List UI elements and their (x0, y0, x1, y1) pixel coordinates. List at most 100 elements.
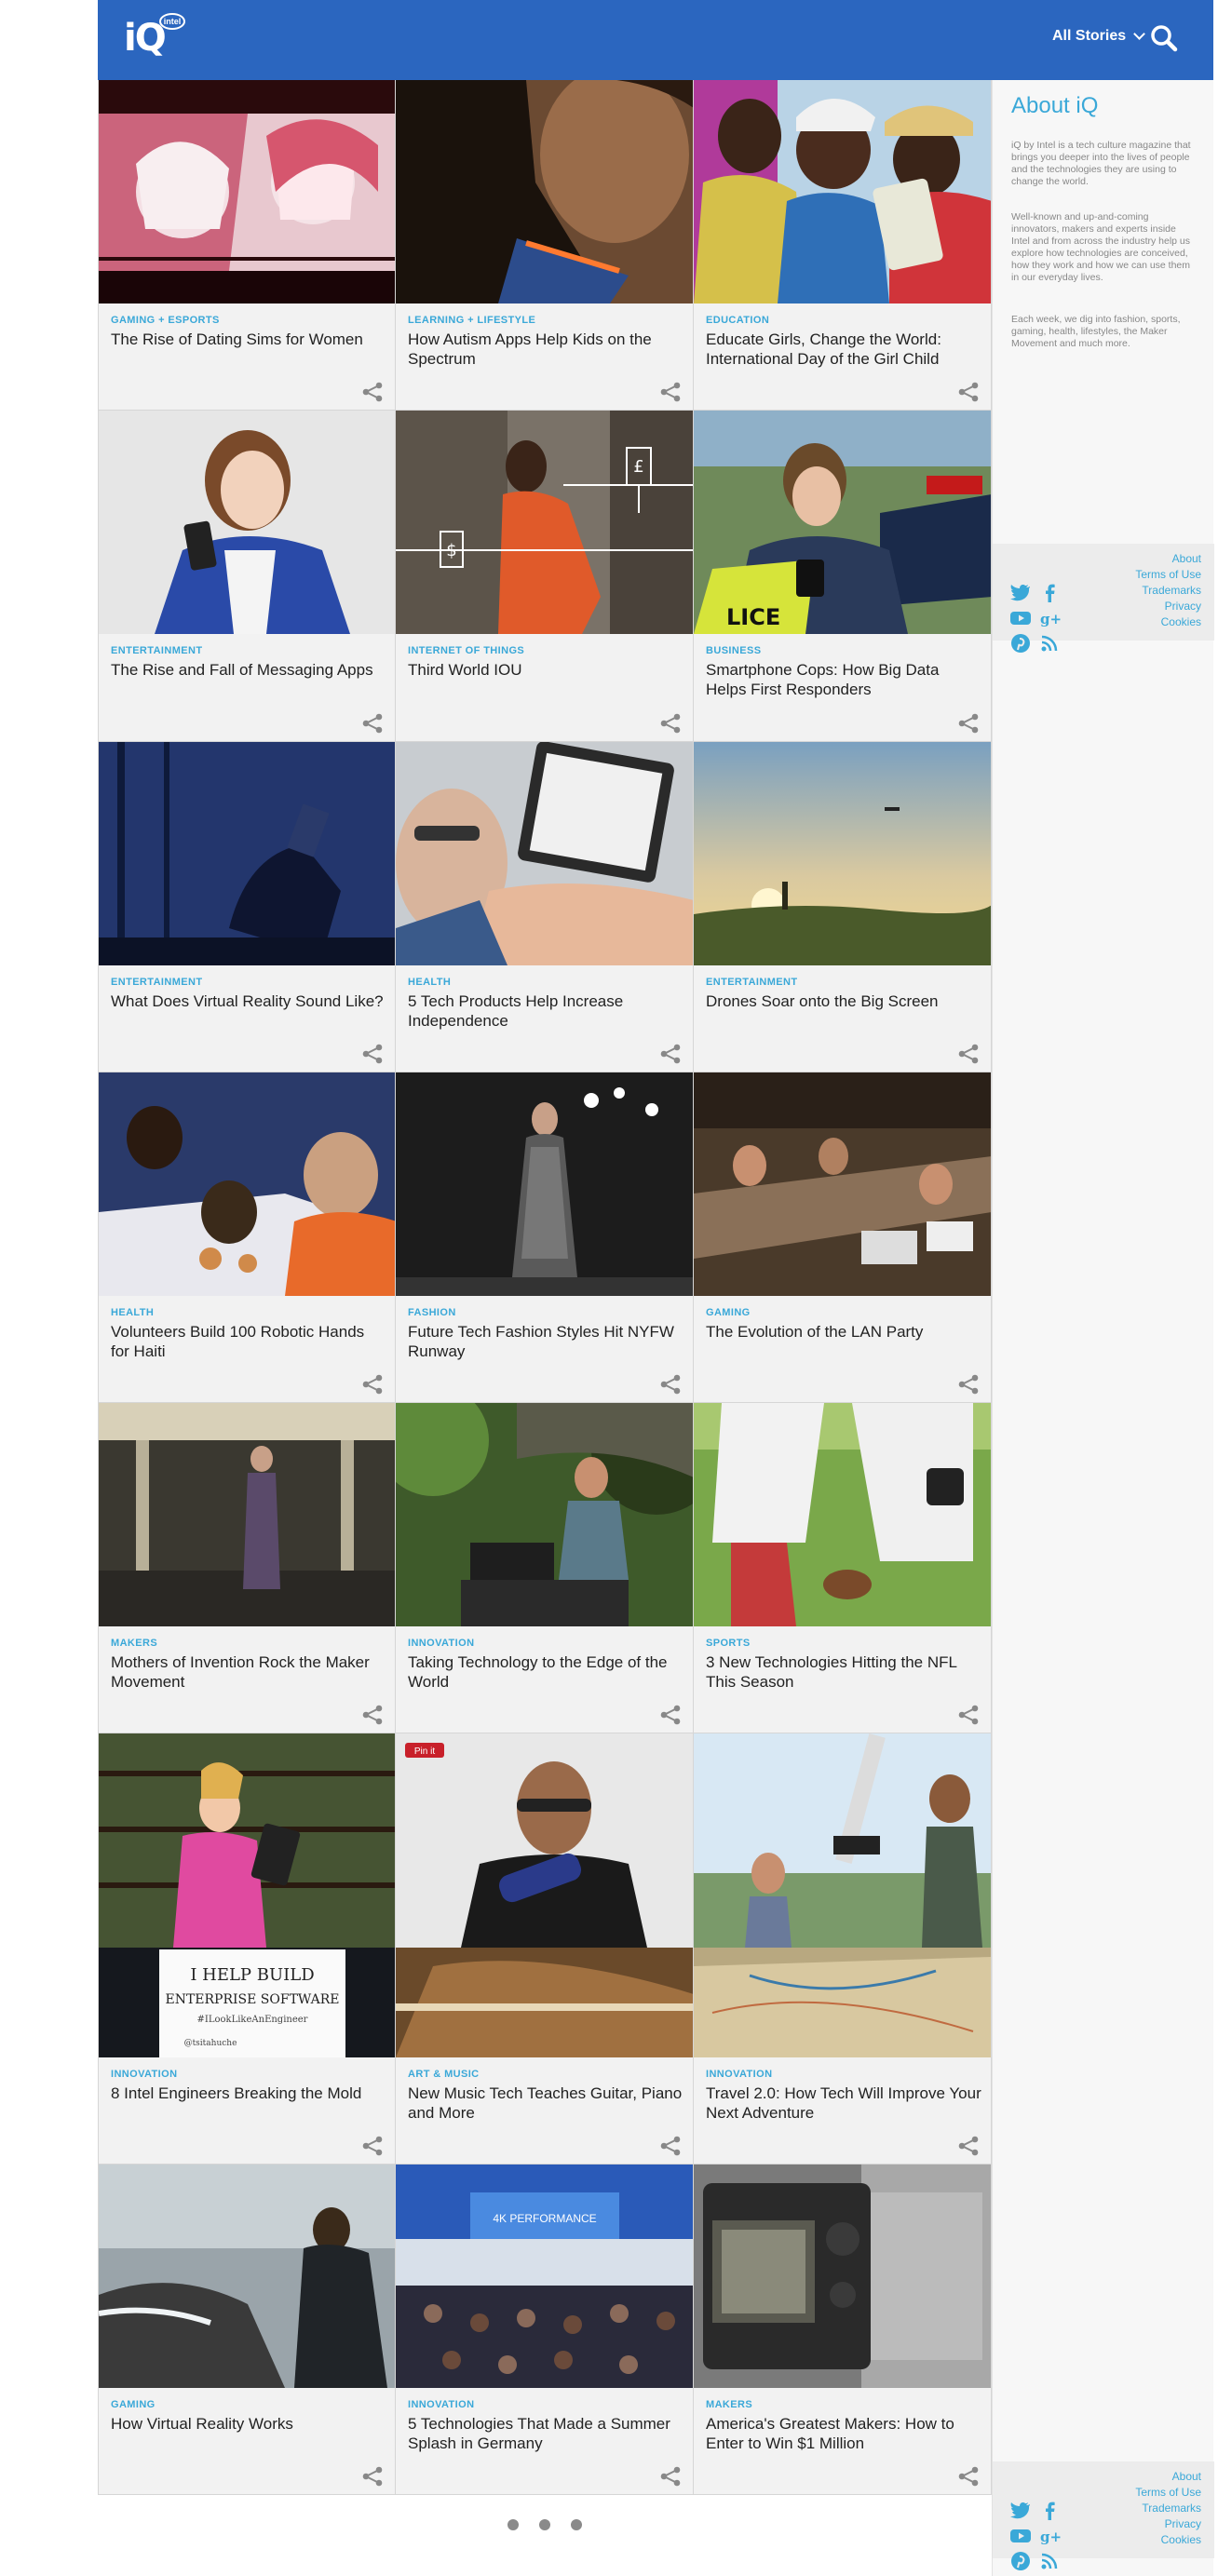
story-card[interactable]: LEARNING + LIFESTYLE How Autism Apps Hel… (396, 80, 694, 411)
rss-icon[interactable] (1039, 2551, 1062, 2571)
footer-link-about[interactable]: About (1135, 2469, 1201, 2485)
pinterest-icon[interactable] (1009, 2551, 1032, 2571)
story-title[interactable]: Drones Soar onto the Big Screen (706, 991, 981, 1011)
story-title[interactable]: Third World IOU (408, 660, 683, 680)
share-icon[interactable] (659, 713, 682, 734)
iq-intel-logo[interactable]: iQ intel (124, 13, 189, 65)
story-title[interactable]: Smartphone Cops: How Big Data Helps Firs… (706, 660, 981, 699)
story-card[interactable]: GAMING + ESPORTS The Rise of Dating Sims… (98, 80, 396, 411)
story-category[interactable]: HEALTH (111, 1307, 154, 1318)
story-category[interactable]: ENTERTAINMENT (111, 977, 203, 988)
story-card[interactable]: GAMING The Evolution of the LAN Party (694, 1072, 992, 1403)
story-category[interactable]: FASHION (408, 1307, 456, 1318)
share-icon[interactable] (957, 713, 980, 734)
story-category[interactable]: BUSINESS (706, 645, 761, 656)
share-icon[interactable] (659, 2466, 682, 2487)
youtube-icon[interactable] (1009, 608, 1032, 628)
story-title[interactable]: New Music Tech Teaches Guitar, Piano and… (408, 2084, 683, 2123)
share-icon[interactable] (659, 382, 682, 402)
footer-link-trademarks[interactable]: Trademarks (1135, 583, 1201, 599)
share-icon[interactable] (361, 2466, 384, 2487)
story-category[interactable]: ENTERTAINMENT (706, 977, 798, 988)
footer-link-trademarks[interactable]: Trademarks (1135, 2501, 1201, 2516)
story-card[interactable]: I HELP BUILD ENTERPRISE SOFTWARE #ILookL… (98, 1733, 396, 2165)
share-icon[interactable] (659, 1374, 682, 1395)
rss-icon[interactable] (1039, 633, 1062, 654)
share-icon[interactable] (659, 1044, 682, 1064)
story-category[interactable]: EDUCATION (706, 315, 769, 326)
footer-link-privacy[interactable]: Privacy (1135, 599, 1201, 614)
story-card[interactable]: HEALTH Volunteers Build 100 Robotic Hand… (98, 1072, 396, 1403)
pinterest-icon[interactable] (1009, 633, 1032, 654)
footer-link-terms[interactable]: Terms of Use (1135, 2485, 1201, 2501)
story-card[interactable]: INNOVATION Travel 2.0: How Tech Will Imp… (694, 1733, 992, 2165)
story-title[interactable]: America's Greatest Makers: How to Enter … (706, 2414, 981, 2453)
story-card[interactable]: SPORTS 3 New Technologies Hitting the NF… (694, 1403, 992, 1733)
story-category[interactable]: ART & MUSIC (408, 2069, 480, 2080)
story-title[interactable]: The Rise of Dating Sims for Women (111, 330, 386, 349)
story-category[interactable]: LEARNING + LIFESTYLE (408, 315, 535, 326)
all-stories-dropdown[interactable]: All Stories (1052, 28, 1146, 45)
story-title[interactable]: Taking Technology to the Edge of the Wor… (408, 1652, 683, 1692)
story-title[interactable]: How Virtual Reality Works (111, 2414, 386, 2434)
page-dot[interactable] (539, 2519, 550, 2530)
story-title[interactable]: Future Tech Fashion Styles Hit NYFW Runw… (408, 1322, 683, 1361)
footer-link-cookies[interactable]: Cookies (1135, 614, 1201, 630)
share-icon[interactable] (957, 2466, 980, 2487)
story-card[interactable]: ENTERTAINMENT The Rise and Fall of Messa… (98, 411, 396, 742)
story-category[interactable]: GAMING (111, 2399, 156, 2410)
story-title[interactable]: 8 Intel Engineers Breaking the Mold (111, 2084, 386, 2103)
story-category[interactable]: MAKERS (111, 1638, 157, 1649)
story-card[interactable]: $ £ INTERNET OF THINGS Third World IOU (396, 411, 694, 742)
story-card[interactable]: GAMING How Virtual Reality Works (98, 2165, 396, 2495)
story-category[interactable]: SPORTS (706, 1638, 751, 1649)
share-icon[interactable] (957, 2136, 980, 2156)
story-card[interactable]: 4K PERFORMANCE INNOVATION 5 Technologies… (396, 2165, 694, 2495)
story-category[interactable]: ENTERTAINMENT (111, 645, 203, 656)
twitter-icon[interactable] (1009, 2501, 1032, 2521)
share-icon[interactable] (957, 1374, 980, 1395)
search-button[interactable] (1148, 22, 1180, 54)
story-title[interactable]: 5 Technologies That Made a Summer Splash… (408, 2414, 683, 2453)
story-category[interactable]: HEALTH (408, 977, 451, 988)
footer-link-about[interactable]: About (1135, 551, 1201, 567)
story-title[interactable]: 3 New Technologies Hitting the NFL This … (706, 1652, 981, 1692)
story-card[interactable]: MAKERS America's Greatest Makers: How to… (694, 2165, 992, 2495)
story-card[interactable]: Pin it ART & MUSIC New Music Tech Teache… (396, 1733, 694, 2165)
story-title[interactable]: 5 Tech Products Help Increase Independen… (408, 991, 683, 1031)
story-card[interactable]: MAKERS Mothers of Invention Rock the Mak… (98, 1403, 396, 1733)
share-icon[interactable] (957, 1044, 980, 1064)
story-card[interactable]: LICE BUSINESS Smartphone Cops: How Big D… (694, 411, 992, 742)
story-card[interactable]: ENTERTAINMENT What Does Virtual Reality … (98, 742, 396, 1072)
story-category[interactable]: INNOVATION (408, 2399, 474, 2410)
story-category[interactable]: INNOVATION (111, 2069, 177, 2080)
story-category[interactable]: MAKERS (706, 2399, 752, 2410)
story-category[interactable]: INNOVATION (706, 2069, 772, 2080)
twitter-icon[interactable] (1009, 583, 1032, 603)
story-card[interactable]: EDUCATION Educate Girls, Change the Worl… (694, 80, 992, 411)
footer-link-cookies[interactable]: Cookies (1135, 2532, 1201, 2548)
share-icon[interactable] (361, 1705, 384, 1725)
share-icon[interactable] (957, 1705, 980, 1725)
story-card[interactable]: ENTERTAINMENT Drones Soar onto the Big S… (694, 742, 992, 1072)
share-icon[interactable] (361, 2136, 384, 2156)
story-title[interactable]: Travel 2.0: How Tech Will Improve Your N… (706, 2084, 981, 2123)
story-title[interactable]: Mothers of Invention Rock the Maker Move… (111, 1652, 386, 1692)
page-dot[interactable] (508, 2519, 519, 2530)
share-icon[interactable] (361, 382, 384, 402)
share-icon[interactable] (361, 713, 384, 734)
share-icon[interactable] (659, 1705, 682, 1725)
story-title[interactable]: The Evolution of the LAN Party (706, 1322, 981, 1342)
story-title[interactable]: How Autism Apps Help Kids on the Spectru… (408, 330, 683, 369)
share-icon[interactable] (659, 2136, 682, 2156)
share-icon[interactable] (361, 1044, 384, 1064)
story-category[interactable]: INNOVATION (408, 1638, 474, 1649)
story-title[interactable]: The Rise and Fall of Messaging Apps (111, 660, 386, 680)
share-icon[interactable] (957, 382, 980, 402)
story-card[interactable]: INNOVATION Taking Technology to the Edge… (396, 1403, 694, 1733)
story-card[interactable]: FASHION Future Tech Fashion Styles Hit N… (396, 1072, 694, 1403)
footer-link-terms[interactable]: Terms of Use (1135, 567, 1201, 583)
youtube-icon[interactable] (1009, 2526, 1032, 2546)
share-icon[interactable] (361, 1374, 384, 1395)
story-category[interactable]: GAMING + ESPORTS (111, 315, 220, 326)
